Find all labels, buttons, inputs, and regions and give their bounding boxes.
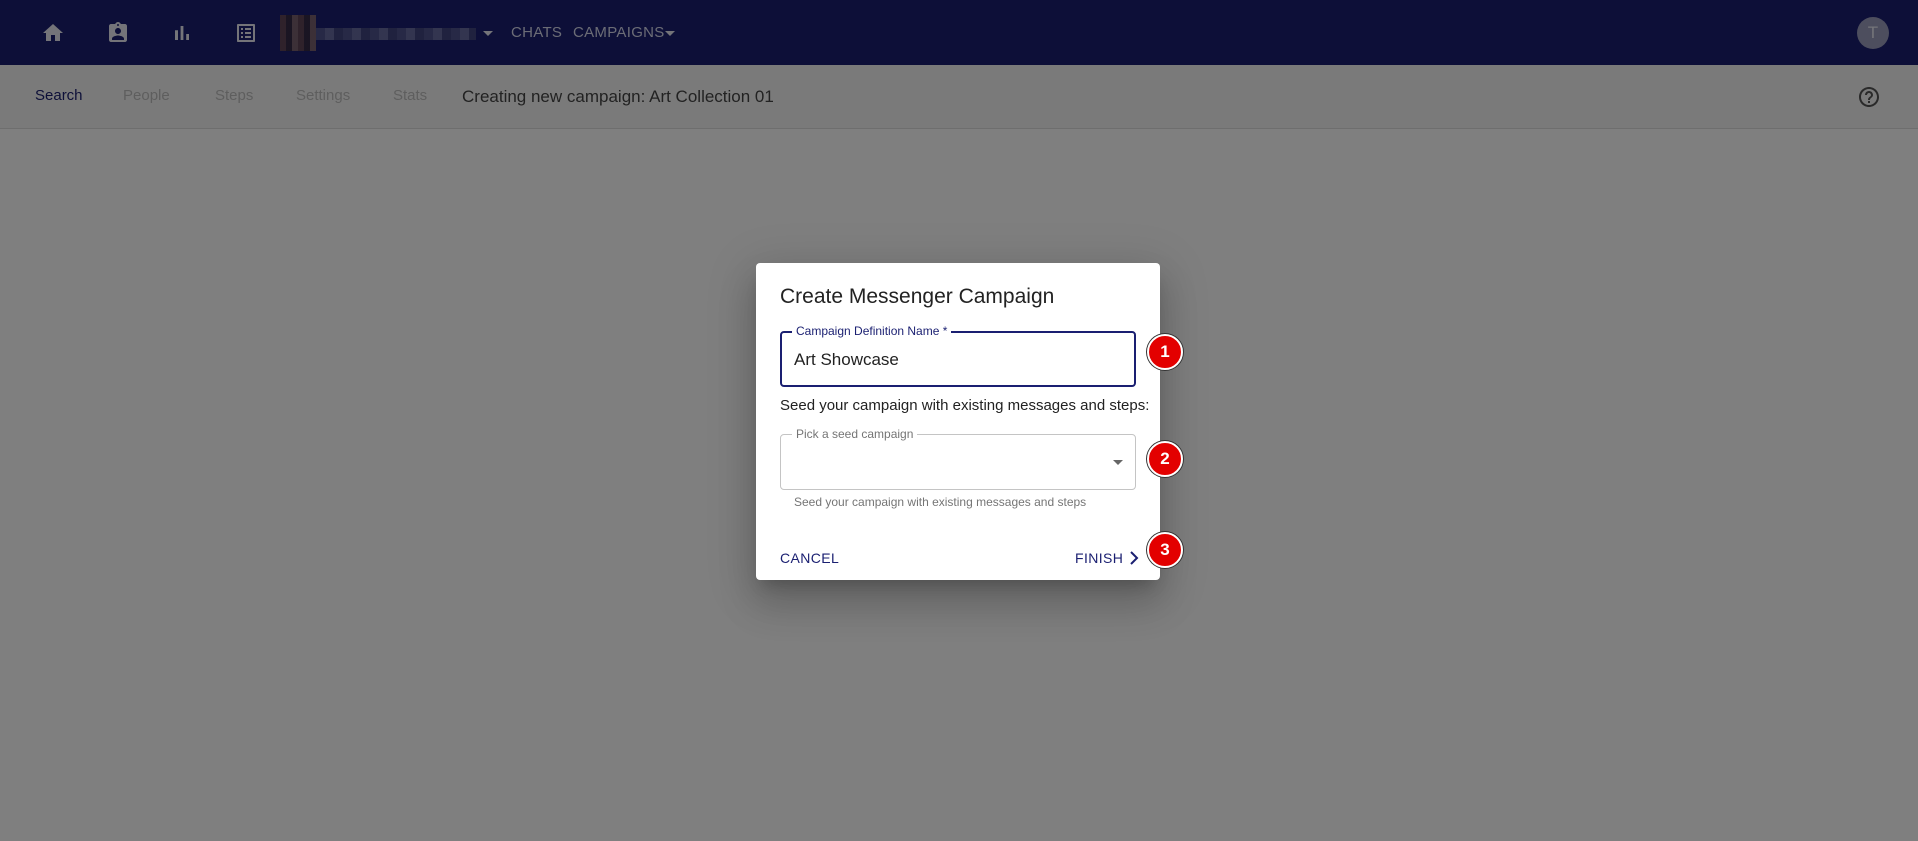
annotation-marker-3: 3 xyxy=(1147,532,1183,568)
dialog-title: Create Messenger Campaign xyxy=(780,285,1055,308)
campaign-name-input[interactable]: Art Showcase xyxy=(794,350,899,370)
annotation-marker-1: 1 xyxy=(1147,334,1183,370)
cancel-button[interactable]: CANCEL xyxy=(780,550,839,566)
create-campaign-dialog: Create Messenger Campaign Campaign Defin… xyxy=(756,263,1160,580)
seed-helper-text: Seed your campaign with existing message… xyxy=(794,495,1087,509)
finish-label: FINISH xyxy=(1075,550,1124,566)
chevron-right-icon xyxy=(1130,551,1139,565)
chevron-down-icon[interactable] xyxy=(1113,460,1123,465)
finish-button[interactable]: FINISH xyxy=(1075,550,1139,566)
seed-campaign-select[interactable]: Pick a seed campaign xyxy=(780,427,1136,490)
seed-instructions: Seed your campaign with existing message… xyxy=(780,397,1150,414)
campaign-name-label: Campaign Definition Name * xyxy=(792,324,952,338)
annotation-marker-2: 2 xyxy=(1147,441,1183,477)
seed-campaign-label: Pick a seed campaign xyxy=(792,427,918,441)
campaign-name-field[interactable]: Campaign Definition Name * Art Showcase xyxy=(780,324,1136,387)
